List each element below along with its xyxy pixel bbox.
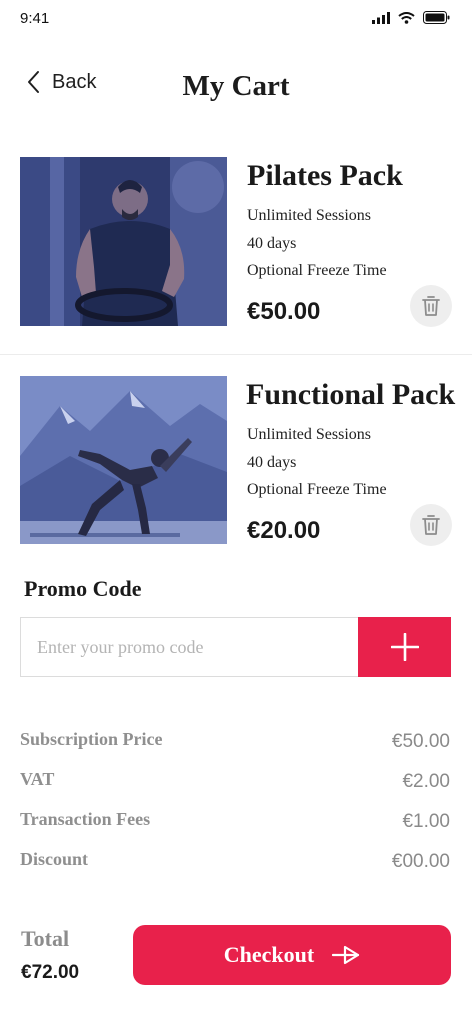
item-detail: Unlimited Sessions: [247, 426, 372, 443]
summary-value: €00.00: [391, 851, 450, 872]
delete-item-button[interactable]: [410, 504, 452, 546]
wifi-icon: [398, 11, 415, 24]
summary-value: €2.00: [402, 771, 450, 792]
item-price: €50.00: [247, 298, 321, 325]
status-icons: [372, 11, 450, 24]
summary-row-vat: VAT €2.00: [20, 769, 452, 799]
item-name: Pilates Pack: [247, 159, 403, 192]
item-detail: Unlimited Sessions: [247, 207, 372, 224]
divider: [0, 354, 472, 355]
checkout-label: Checkout: [223, 942, 315, 967]
item-image: [20, 376, 227, 544]
signal-icon: [372, 11, 390, 24]
battery-icon: [423, 11, 450, 24]
nav-bar: My Cart Back: [0, 60, 472, 110]
apply-promo-button[interactable]: [358, 617, 451, 677]
summary-row-subscription: Subscription Price €50.00: [20, 729, 452, 759]
delete-item-button[interactable]: [410, 285, 452, 327]
summary-label: Subscription Price: [20, 729, 163, 749]
promo-title: Promo Code: [24, 576, 142, 601]
back-label: Back: [52, 70, 97, 93]
summary-label: Transaction Fees: [20, 809, 151, 829]
item-detail: Optional Freeze Time: [247, 262, 387, 279]
total-value: €72.00: [21, 962, 80, 983]
back-button[interactable]: Back: [26, 70, 96, 94]
item-price: €20.00: [247, 517, 321, 544]
summary-row-discount: Discount €00.00: [20, 849, 452, 879]
total-label: Total: [21, 926, 70, 951]
summary-label: VAT: [20, 769, 55, 789]
summary-label: Discount: [20, 849, 89, 869]
checkout-button[interactable]: Checkout: [133, 925, 451, 985]
arrow-right-icon: [332, 945, 360, 965]
status-bar: 9:41: [0, 0, 472, 40]
plus-icon: [390, 633, 419, 661]
chevron-left-icon: [28, 71, 39, 93]
trash-icon: [422, 296, 440, 316]
item-detail: 40 days: [247, 235, 297, 252]
item-name: Functional Pack: [246, 378, 456, 411]
summary-value: €50.00: [391, 731, 450, 752]
promo-code-input[interactable]: [20, 617, 360, 677]
cart-item-pilates: Pilates Pack Unlimited Sessions 40 days …: [0, 157, 472, 355]
summary-value: €1.00: [402, 811, 450, 832]
status-time: 9:41: [20, 10, 50, 27]
trash-icon: [422, 515, 440, 535]
item-image: [20, 157, 227, 326]
item-detail: Optional Freeze Time: [247, 481, 387, 498]
cart-item-functional: Functional Pack Unlimited Sessions 40 da…: [0, 376, 472, 546]
item-detail: 40 days: [247, 454, 297, 471]
summary-row-fees: Transaction Fees €1.00: [20, 809, 452, 839]
